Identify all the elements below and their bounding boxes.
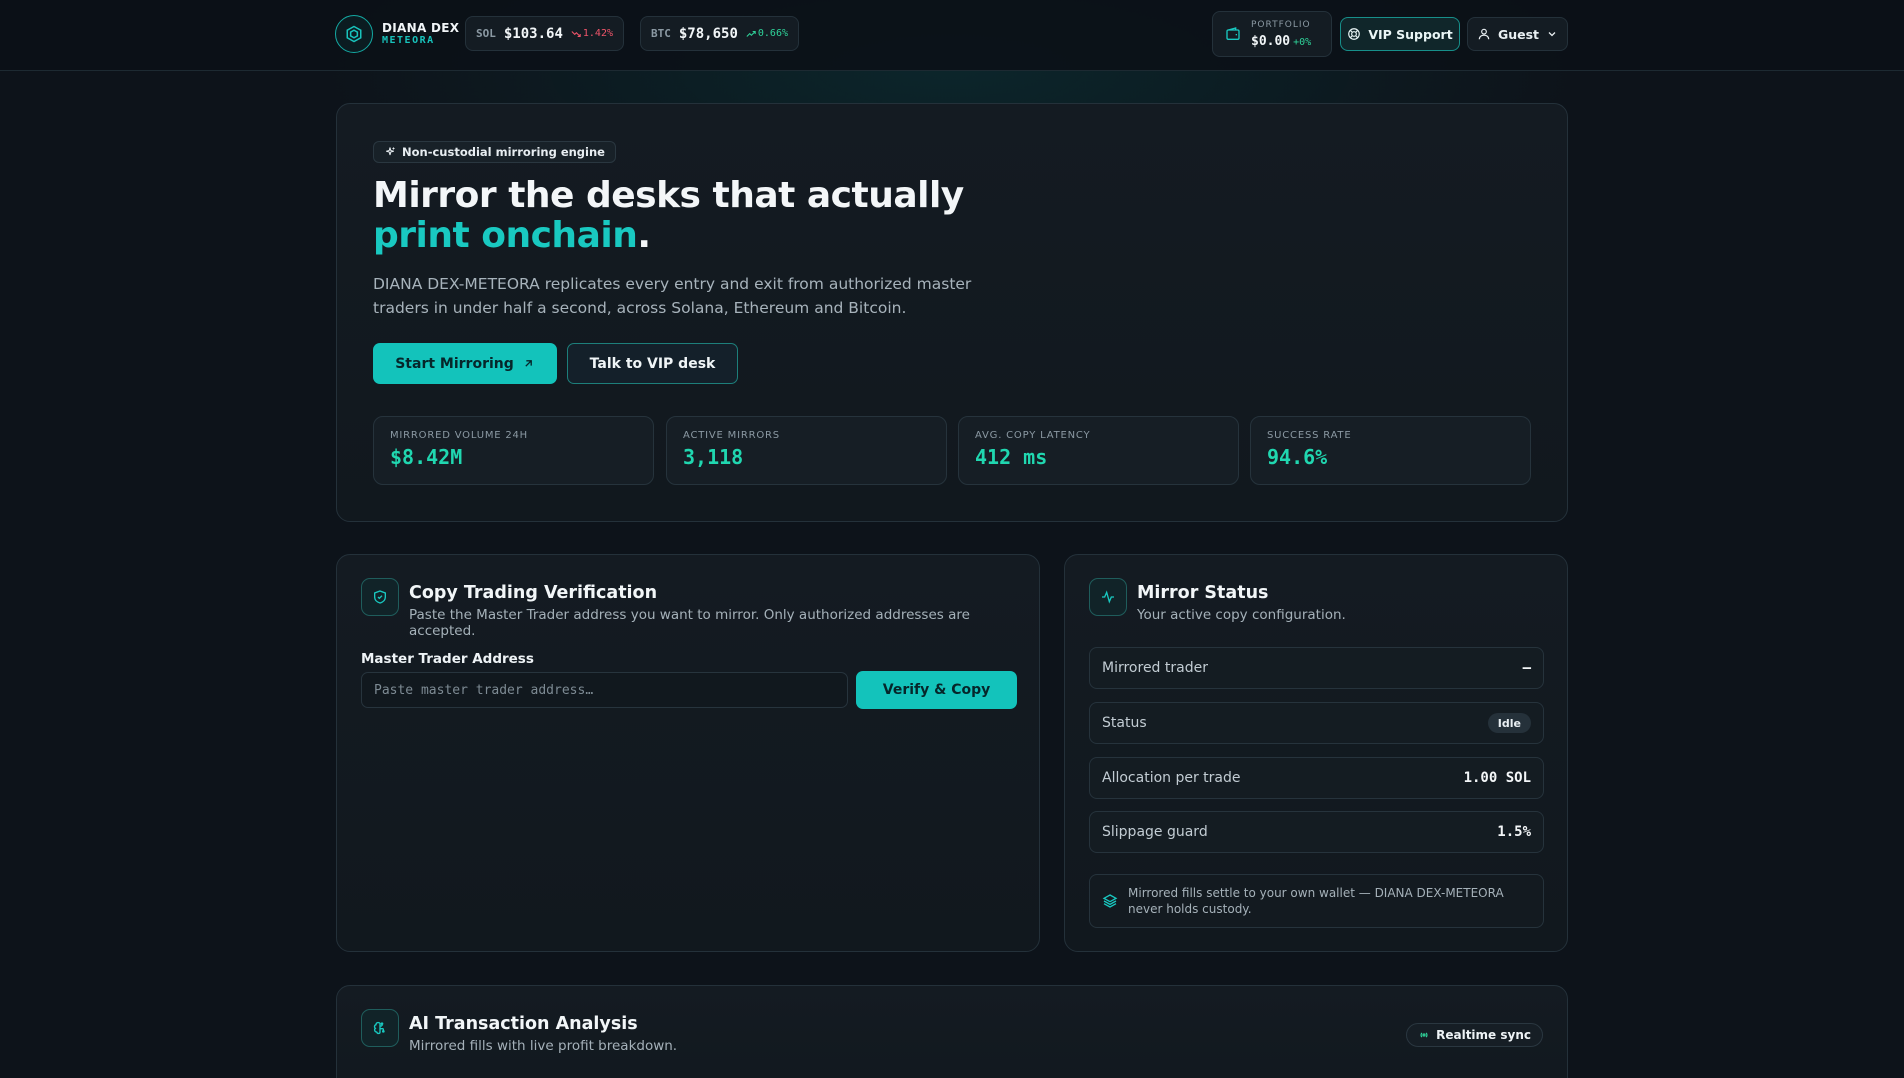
analysis-title: AI Transaction Analysis <box>409 1014 638 1034</box>
stat-label: ACTIVE MIRRORS <box>683 430 780 441</box>
hero-description: DIANA DEX-METEORA replicates every entry… <box>373 275 972 317</box>
verification-title: Copy Trading Verification <box>409 583 658 603</box>
status-row-key: Slippage guard <box>1102 824 1208 840</box>
ai-transaction-analysis-card: AI Transaction Analysis Mirrored fills w… <box>336 985 1568 1078</box>
engine-pill-label: Non-custodial mirroring engine <box>402 145 605 159</box>
status-row-value: 1.5% <box>1497 824 1531 840</box>
status-row-mirrored-trader: Mirrored trader – <box>1089 647 1544 689</box>
brand-subtitle: METEORA <box>382 35 435 47</box>
stat-label: MIRRORED VOLUME 24H <box>390 430 528 441</box>
status-row-key: Status <box>1102 715 1147 731</box>
talk-to-vip-desk-label: Talk to VIP desk <box>589 355 716 372</box>
portfolio-change: +0% <box>1293 36 1312 48</box>
vip-support-label: VIP Support <box>1368 26 1453 42</box>
status-row-slippage: Slippage guard 1.5% <box>1089 811 1544 853</box>
stat-value: 94.6% <box>1267 445 1328 469</box>
ticker-change: 1.42% <box>571 28 613 39</box>
portfolio-label: PORTFOLIO <box>1251 19 1311 30</box>
ticker-sol: SOL $103.64 1.42% <box>465 16 624 51</box>
master-trader-address-label: Master Trader Address <box>361 651 534 667</box>
stat-card-volume: MIRRORED VOLUME 24H $8.42M <box>373 416 654 485</box>
user-icon <box>1478 28 1490 40</box>
layers-icon <box>1102 894 1118 908</box>
hero-title: Mirror the desks that actually print onc… <box>373 176 1013 256</box>
verify-and-copy-label: Verify & Copy <box>882 682 991 698</box>
portfolio-value: $0.00 <box>1251 33 1291 49</box>
ticker-btc: BTC $78,650 0.66% <box>640 16 799 51</box>
wallet-icon <box>1226 27 1240 40</box>
stat-card-latency: AVG. COPY LATENCY 412 ms <box>958 416 1239 485</box>
status-row-status: Status Idle <box>1089 702 1544 744</box>
hero-title-main: Mirror the desks that actually <box>373 175 964 216</box>
status-row-allocation: Allocation per trade 1.00 SOL <box>1089 757 1544 799</box>
realtime-sync-label: Realtime sync <box>1436 1028 1531 1042</box>
hero-title-accent: print onchain <box>373 215 638 256</box>
ticker-price: $78,650 <box>678 25 738 42</box>
ticker-price: $103.64 <box>503 25 563 42</box>
ticker-symbol: SOL <box>476 27 496 40</box>
shield-check-icon <box>361 578 399 616</box>
user-menu-button[interactable]: Guest <box>1467 17 1568 51</box>
hero-card: Non-custodial mirroring engine Mirror th… <box>336 103 1568 522</box>
trending-down-icon <box>571 30 581 37</box>
stat-label: SUCCESS RATE <box>1267 430 1352 441</box>
mirror-status-card: Mirror Status Your active copy configura… <box>1064 554 1568 952</box>
start-mirroring-button[interactable]: Start Mirroring <box>373 343 557 384</box>
custody-note: Mirrored fills settle to your own wallet… <box>1089 874 1544 928</box>
ticker-symbol: BTC <box>651 27 671 40</box>
custody-note-text: Mirrored fills settle to your own wallet… <box>1128 886 1504 916</box>
portfolio-widget[interactable]: PORTFOLIO $0.00 +0% <box>1212 11 1332 57</box>
stat-label: AVG. COPY LATENCY <box>975 430 1091 441</box>
verification-subtitle: Paste the Master Trader address you want… <box>409 607 970 639</box>
realtime-sync-pill: Realtime sync <box>1406 1023 1543 1047</box>
start-mirroring-label: Start Mirroring <box>395 355 514 372</box>
activity-icon <box>1089 578 1127 616</box>
lifebuoy-icon <box>1348 28 1361 40</box>
status-badge: Idle <box>1487 713 1531 733</box>
analysis-subtitle: Mirrored fills with live profit breakdow… <box>409 1038 678 1054</box>
stat-value: 3,118 <box>683 445 744 469</box>
brain-icon <box>361 1009 399 1047</box>
top-bar: DIANA DEX METEORA SOL $103.64 1.42% BTC … <box>0 0 1904 71</box>
vip-support-button[interactable]: VIP Support <box>1340 17 1460 51</box>
verify-and-copy-button[interactable]: Verify & Copy <box>856 671 1017 709</box>
ticker-change-value: 0.66% <box>757 28 788 39</box>
stat-card-success-rate: SUCCESS RATE 94.6% <box>1250 416 1531 485</box>
talk-to-vip-desk-button[interactable]: Talk to VIP desk <box>567 343 738 384</box>
status-row-value: 1.00 SOL <box>1463 770 1531 786</box>
hero-title-end: . <box>637 215 651 256</box>
stat-value: 412 ms <box>975 445 1048 469</box>
engine-pill: Non-custodial mirroring engine <box>373 141 616 163</box>
mirror-status-subtitle: Your active copy configuration. <box>1137 607 1346 623</box>
trending-up-icon <box>746 30 756 37</box>
brand-name: DIANA DEX <box>382 20 460 35</box>
copy-trading-verification-card: Copy Trading Verification Paste the Mast… <box>336 554 1040 952</box>
chevron-down-icon <box>1548 32 1556 37</box>
status-row-value: – <box>1522 660 1531 676</box>
user-label: Guest <box>1497 26 1540 42</box>
sparkles-icon <box>386 147 395 156</box>
ticker-change-value: 1.42% <box>582 28 613 39</box>
master-trader-address-input[interactable] <box>361 672 848 708</box>
ticker-change: 0.66% <box>746 28 788 39</box>
arrow-up-right-icon <box>525 360 532 367</box>
hexagon-logo-icon <box>335 15 373 53</box>
status-row-key: Allocation per trade <box>1102 770 1241 786</box>
brand-logo-link[interactable]: DIANA DEX METEORA <box>335 15 459 53</box>
stat-value: $8.42M <box>390 445 463 469</box>
stat-card-active-mirrors: ACTIVE MIRRORS 3,118 <box>666 416 947 485</box>
radio-signal-icon <box>1420 1032 1428 1038</box>
mirror-status-title: Mirror Status <box>1137 583 1269 603</box>
status-row-key: Mirrored trader <box>1102 660 1208 676</box>
